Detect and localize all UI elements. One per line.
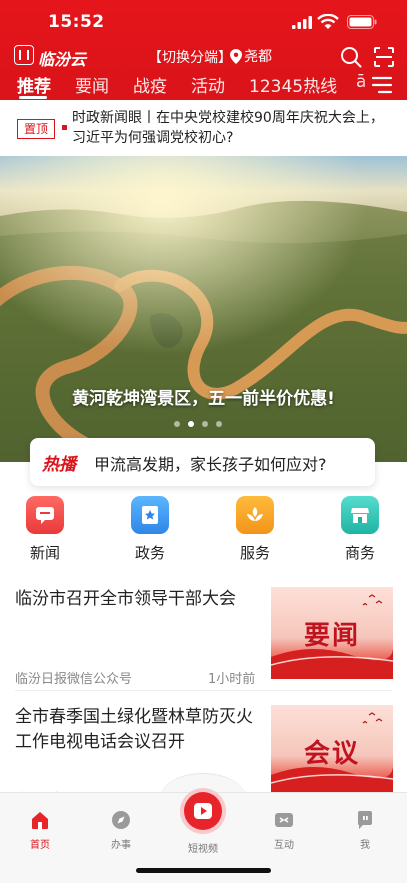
news-source: 临汾日报微信公众号	[15, 672, 133, 687]
list-divider	[15, 690, 392, 691]
nav-profile[interactable]: 我	[335, 809, 395, 851]
tab-recommend[interactable]: 推荐	[17, 72, 51, 97]
tab-headlines[interactable]: 要闻	[75, 72, 109, 97]
cellular-signal-icon	[292, 16, 312, 29]
service-leaf-icon	[236, 496, 274, 534]
carousel-dot-active[interactable]	[188, 421, 194, 427]
shortcut-government-label: 政务	[134, 544, 165, 562]
nav-interact-label: 互动	[274, 840, 294, 851]
news-thumbnail: 会议	[271, 705, 393, 797]
top-bar: 临汾云 【切换分端】 尧都	[0, 42, 407, 70]
home-indicator	[136, 868, 271, 873]
hot-broadcast-bar[interactable]: 热播 甲流高发期，家长孩子如何应对?	[30, 438, 375, 486]
shortcut-service-label: 服务	[239, 544, 270, 562]
play-icon	[194, 803, 212, 819]
tab-12345-hotline[interactable]: 12345热线	[249, 72, 337, 97]
hot-broadcast-text: 甲流高发期，家长孩子如何应对?	[94, 455, 327, 474]
location-selector[interactable]: 尧都	[230, 46, 272, 66]
shortcut-service[interactable]: 服务	[225, 496, 285, 563]
wifi-icon	[317, 14, 339, 29]
carousel-dots	[174, 421, 234, 429]
pinned-article[interactable]: 置顶 时政新闻眼丨在中央党校建校90周年庆祝大会上，习近平为何强调党校初心?	[0, 100, 407, 156]
active-tab-indicator	[19, 96, 47, 99]
location-label: 尧都	[244, 49, 272, 65]
pinned-article-title: 时政新闻眼丨在中央党校建校90周年庆祝大会上，习近平为何强调党校初心?	[72, 110, 384, 146]
nav-interact[interactable]: 互动	[254, 809, 314, 851]
hero-banner[interactable]: 黄河乾坤湾景区，五一前半价优惠!	[0, 156, 407, 462]
nav-services-label: 办事	[111, 840, 131, 851]
news-title: 临汾市召开全市领导干部大会	[15, 589, 236, 609]
status-bar: 15:52	[0, 0, 407, 44]
home-icon	[32, 812, 48, 829]
news-item[interactable]: 临汾市召开全市领导干部大会 临汾日报微信公众号 1小时前 要闻	[0, 585, 407, 690]
compass-icon	[112, 811, 130, 829]
news-title: 全市春季国土绿化暨林草防灭火工作电视电话会议召开	[15, 707, 253, 752]
news-chat-icon	[26, 496, 64, 534]
battery-icon	[347, 15, 377, 29]
interact-icon	[275, 813, 293, 827]
channel-menu-button[interactable]	[362, 72, 400, 98]
app-name: 临汾云	[38, 50, 87, 69]
hot-broadcast-label: 热播	[42, 455, 76, 475]
shortcut-news[interactable]: 新闻	[15, 496, 75, 563]
scan-icon[interactable]	[373, 46, 395, 68]
nav-profile-label: 我	[360, 840, 370, 851]
carousel-dot[interactable]	[202, 421, 208, 427]
app-header: 15:52 临汾云 【切换分端】 尧都 推荐 要闻 战疫 活动 12345热线	[0, 0, 407, 100]
pinned-badge: 置顶	[17, 119, 55, 139]
business-store-icon	[341, 496, 379, 534]
shortcut-business-label: 商务	[344, 544, 375, 562]
carousel-dot[interactable]	[216, 421, 222, 427]
tab-events[interactable]: 活动	[191, 72, 225, 97]
nav-short-video[interactable]	[184, 792, 222, 830]
app-logo-icon	[14, 45, 34, 65]
location-pin-icon	[230, 48, 242, 64]
profile-icon	[358, 811, 372, 829]
switch-site-button[interactable]: 【切换分端】	[148, 47, 232, 67]
menu-icon	[371, 76, 393, 94]
nav-services[interactable]: 办事	[91, 809, 151, 851]
carousel-dot[interactable]	[174, 421, 180, 427]
bullet-dot	[62, 125, 67, 130]
shortcut-government[interactable]: 政务	[120, 496, 180, 563]
nav-short-video-label: 短视频	[188, 844, 218, 855]
nav-home-label: 首页	[30, 840, 50, 851]
channel-tabs: 推荐 要闻 战疫 活动 12345热线 ā	[0, 70, 407, 100]
status-time: 15:52	[48, 12, 105, 32]
shortcut-news-label: 新闻	[29, 544, 60, 562]
government-star-icon	[131, 496, 169, 534]
search-icon[interactable]	[340, 46, 362, 68]
shortcut-grid: 新闻 政务 服务 商务	[0, 496, 407, 568]
hero-caption: 黄河乾坤湾景区，五一前半价优惠!	[72, 389, 335, 409]
thumbnail-word: 会议	[303, 739, 360, 769]
thumbnail-word: 要闻	[303, 621, 360, 651]
news-time: 1小时前	[208, 672, 256, 687]
tab-epidemic[interactable]: 战疫	[133, 72, 167, 97]
nav-home[interactable]: 首页	[10, 809, 70, 851]
news-thumbnail: 要闻	[271, 587, 393, 679]
shortcut-business[interactable]: 商务	[330, 496, 390, 563]
yellow-river-landscape-image	[0, 156, 407, 462]
